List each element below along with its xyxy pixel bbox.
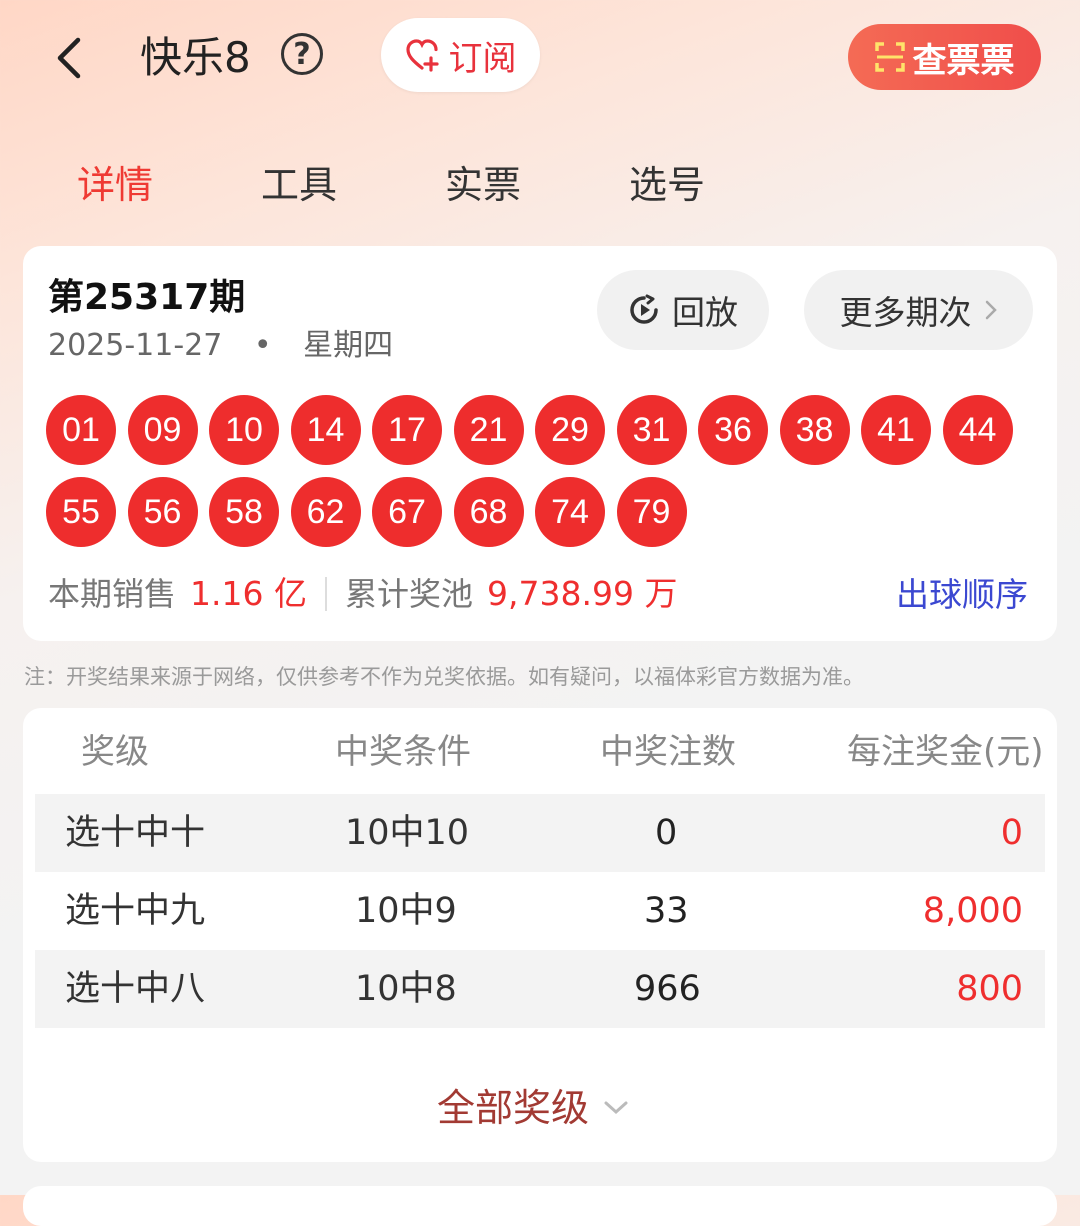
scan-icon xyxy=(874,42,905,72)
prize-level: 选十中九 xyxy=(65,891,206,931)
page-title: 快乐8 xyxy=(140,33,251,82)
tab-tools[interactable]: 工具 xyxy=(261,158,337,212)
all-prize-levels-button[interactable]: 全部奖级 xyxy=(437,1080,629,1136)
replay-label: 回放 xyxy=(672,293,738,332)
number-ball: 41 xyxy=(861,395,931,465)
subscribe-button[interactable]: 订阅 xyxy=(381,18,540,92)
number-ball: 21 xyxy=(453,395,524,465)
date-separator: • xyxy=(253,328,272,363)
sales-label: 本期销售 xyxy=(48,575,177,613)
draw-weekday: 星期四 xyxy=(303,328,394,363)
prize-condition: 10中8 xyxy=(355,969,457,1009)
back-button[interactable] xyxy=(44,30,94,86)
replay-button[interactable]: 回放 xyxy=(597,270,769,350)
draw-date: 2025-11-27 xyxy=(48,328,223,363)
number-ball: 01 xyxy=(46,395,116,465)
table-row: 选十中九 10中9 33 8,000 xyxy=(35,872,1045,950)
heart-plus-icon xyxy=(405,39,439,72)
winner-count: 33 xyxy=(644,891,689,931)
chevron-down-icon xyxy=(604,1101,628,1115)
number-ball: 10 xyxy=(209,395,279,465)
sales-value: 1.16 亿 xyxy=(190,574,307,613)
number-ball: 31 xyxy=(616,395,687,465)
table-row: 选十中十 10中10 0 0 xyxy=(35,794,1045,872)
divider xyxy=(324,577,327,611)
prize-level: 选十中十 xyxy=(65,813,206,853)
prize-amount: 800 xyxy=(956,969,1023,1009)
winner-count: 0 xyxy=(655,813,678,853)
number-ball: 38 xyxy=(779,395,850,465)
header-amount: 每注奖金(元) xyxy=(847,732,1044,772)
winning-numbers: 01 09 10 14 17 21 29 31 36 38 41 44 55 56 58 62 67 68 74 79 xyxy=(46,395,1036,547)
prize-condition: 10中9 xyxy=(355,891,457,931)
number-ball: 55 xyxy=(46,477,116,547)
number-ball: 17 xyxy=(372,395,442,465)
next-section-card xyxy=(23,1186,1057,1226)
prize-amount: 8,000 xyxy=(922,891,1023,931)
subscribe-label: 订阅 xyxy=(448,38,517,79)
number-ball: 14 xyxy=(290,395,361,465)
header-condition: 中奖条件 xyxy=(335,732,471,772)
more-issues-button[interactable]: 更多期次 xyxy=(804,270,1033,350)
number-ball: 68 xyxy=(453,477,524,547)
all-levels-label: 全部奖级 xyxy=(437,1086,590,1130)
number-ball: 62 xyxy=(290,477,361,547)
tab-details[interactable]: 详情 xyxy=(77,158,153,212)
pool-value: 9,738.99 万 xyxy=(487,574,678,613)
number-ball: 56 xyxy=(127,477,198,547)
number-ball: 74 xyxy=(535,477,605,547)
sales-summary: 本期销售 1.16 亿 累计奖池 9,738.99 万 xyxy=(48,572,677,616)
replay-icon xyxy=(630,294,658,324)
prize-amount: 0 xyxy=(1000,813,1023,853)
pool-label: 累计奖池 xyxy=(344,575,473,613)
tab-pick-numbers[interactable]: 选号 xyxy=(629,158,705,212)
number-ball: 79 xyxy=(616,477,687,547)
help-icon[interactable]: ? xyxy=(281,33,323,75)
check-ticket-button[interactable]: 查票票 xyxy=(848,24,1041,90)
number-ball: 44 xyxy=(942,395,1013,465)
issue-number: 第25317期 xyxy=(48,277,246,318)
number-ball: 58 xyxy=(209,477,279,547)
chevron-right-icon xyxy=(985,300,997,320)
header-level: 奖级 xyxy=(81,732,149,772)
back-arrow-icon xyxy=(57,37,81,79)
check-ticket-label: 查票票 xyxy=(912,40,1015,81)
disclaimer-note: 注：开奖结果来源于网络，仅供参考不作为兑奖依据。如有疑问，以福体彩官方数据为准。 xyxy=(24,665,864,689)
draw-date-line: 2025-11-27 • 星期四 xyxy=(48,326,393,366)
number-ball: 36 xyxy=(698,395,768,465)
prize-level: 选十中八 xyxy=(65,969,206,1009)
table-row: 选十中八 10中8 966 800 xyxy=(35,950,1045,1028)
number-ball: 09 xyxy=(127,395,198,465)
more-issues-label: 更多期次 xyxy=(839,293,972,332)
number-ball: 67 xyxy=(372,477,442,547)
prize-condition: 10中10 xyxy=(345,813,470,853)
winner-count: 966 xyxy=(634,969,701,1009)
header-count: 中奖注数 xyxy=(600,732,736,772)
number-ball: 29 xyxy=(535,395,605,465)
ball-order-link[interactable]: 出球顺序 xyxy=(896,573,1028,617)
tab-real-tickets[interactable]: 实票 xyxy=(445,158,521,212)
